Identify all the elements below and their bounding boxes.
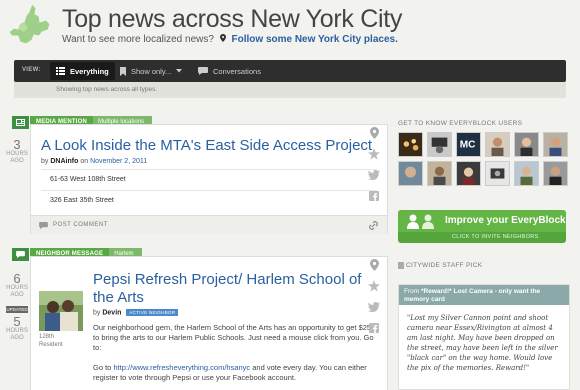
user-avatar-grid: MC	[398, 132, 570, 186]
pick-title[interactable]: *Reward!* Lost Camera - only want the me…	[404, 288, 540, 303]
twitter-icon[interactable]	[367, 168, 381, 182]
filter-status-bar: Showing top news across all types.	[14, 82, 566, 98]
page-header: Top news across New York City Want to se…	[0, 0, 580, 62]
facebook-icon[interactable]	[367, 189, 381, 203]
improve-everyblock-button[interactable]: Improve your EveryBlock CLICK TO INVITE …	[398, 210, 566, 243]
neighbors-icon	[407, 214, 434, 229]
users-heading: GET TO KNOW EVERYBLOCK USERS	[398, 120, 523, 127]
article-paragraph: Our neighborhood gem, the Harlem School …	[93, 323, 375, 352]
address-item: 326 East 35th Street	[41, 190, 377, 209]
svg-text:MC: MC	[460, 140, 476, 151]
staff-pick-heading: CITYWIDE STAFF PICK	[406, 262, 483, 269]
improve-label: Improve your EveryBlock	[445, 215, 566, 226]
link-icon[interactable]	[369, 221, 378, 230]
view-toolbar: VIEW: Everything Show only... Conversati…	[14, 60, 566, 82]
article-title[interactable]: A Look Inside the MTA's East Side Access…	[41, 137, 372, 155]
age-unit: HOURS AGO	[6, 151, 28, 164]
invite-neighbors-label: CLICK TO INVITE NEIGHBORS	[452, 234, 539, 240]
avatar[interactable]	[543, 161, 568, 186]
article-date[interactable]: November 2, 2011	[90, 158, 147, 165]
bookmark-icon	[120, 66, 126, 76]
staff-pick-header: From *Reward!* Lost Camera - only want t…	[399, 285, 569, 305]
subtitle-text: Want to see more localized news?	[62, 34, 214, 45]
byline-by: by	[93, 309, 101, 317]
avatar[interactable]	[398, 161, 423, 186]
article-card: A Look Inside the MTA's East Side Access…	[30, 124, 388, 234]
active-neighbor-badge: ACTIVE NEIGHBOR	[126, 309, 179, 316]
follow-places-link[interactable]: Follow some New York City places.	[232, 34, 398, 45]
resident-label: 128th Resident	[39, 334, 63, 348]
article-byline: by DNAinfo on November 2, 2011	[41, 158, 147, 165]
age-number: 3	[13, 137, 21, 152]
star-icon[interactable]	[367, 147, 381, 161]
age-unit: HOURS AGO	[6, 285, 28, 298]
avatar[interactable]	[398, 132, 423, 157]
article-actions	[367, 258, 381, 342]
updated-label: UPDATED	[6, 306, 28, 313]
avatar[interactable]	[514, 161, 539, 186]
avatar[interactable]: MC	[456, 132, 481, 157]
star-icon[interactable]	[367, 279, 381, 293]
nyc-map-icon	[8, 3, 51, 45]
page-title: Top news across New York City	[62, 5, 403, 33]
conversations-label: Conversations	[213, 66, 261, 76]
chevron-down-icon	[176, 69, 183, 73]
facebook-icon[interactable]	[367, 321, 381, 335]
post-comment-label: POST COMMENT	[53, 222, 108, 228]
author-link[interactable]: Devin	[102, 309, 121, 316]
list-icon	[56, 67, 65, 75]
avatar[interactable]	[427, 132, 452, 157]
page-subtitle: Want to see more localized news? Follow …	[62, 34, 398, 45]
avatar[interactable]	[456, 161, 481, 186]
pick-from: From	[404, 288, 420, 295]
article-byline: by Devin ACTIVE NEIGHBOR	[93, 309, 179, 317]
doc-icon	[398, 262, 404, 269]
show-only-label: Show only...	[131, 66, 172, 76]
everything-label: Everything	[70, 66, 109, 76]
avatar[interactable]	[427, 161, 452, 186]
article-title[interactable]: Pepsi Refresh Project/ Harlem School of …	[93, 271, 373, 307]
paragraph-text: Go to	[93, 363, 112, 372]
speech-bubble-icon	[198, 67, 208, 75]
article-card: 128th Resident Pepsi Refresh Project/ Ha…	[30, 256, 388, 390]
author-link[interactable]: DNAinfo	[50, 158, 78, 165]
article-age: 6 HOURS AGO	[6, 272, 28, 299]
address-text[interactable]: 61-63 West 108th Street	[50, 176, 126, 183]
map-pin-icon[interactable]	[367, 258, 381, 272]
avatar[interactable]	[485, 161, 510, 186]
updated-unit: HOURS AGO	[6, 328, 28, 341]
avatar[interactable]	[543, 132, 568, 157]
avatar[interactable]	[514, 132, 539, 157]
twitter-icon[interactable]	[367, 300, 381, 314]
conversations-button[interactable]: Conversations	[192, 62, 267, 80]
article-paragraph: Go to http://www.refresheverything.com/h…	[93, 363, 378, 383]
address-text[interactable]: 326 East 35th Street	[50, 197, 114, 204]
article-age: 3 HOURS AGO	[6, 138, 28, 165]
speech-bubble-icon	[39, 222, 48, 229]
view-label: VIEW:	[22, 67, 41, 73]
media-icon	[12, 116, 30, 129]
staff-pick-card[interactable]: From *Reward!* Lost Camera - only want t…	[398, 284, 570, 390]
everything-button[interactable]: Everything	[50, 62, 115, 80]
comment-bar[interactable]: POST COMMENT	[31, 215, 387, 234]
updated-number: 5	[13, 314, 21, 329]
address-item: 61-63 West 108th Street	[41, 169, 377, 188]
author-avatar[interactable]	[39, 291, 83, 331]
pick-quote: "Lost my Silver Cannon point and shoot c…	[407, 314, 558, 372]
map-pin-icon[interactable]	[367, 126, 381, 140]
updated-age: UPDATED 5 HOURS AGO	[6, 306, 28, 342]
message-icon	[12, 248, 30, 261]
filter-status-text: Showing top news across all types.	[56, 86, 158, 93]
location-pin-icon	[219, 34, 226, 45]
article-actions	[367, 126, 381, 210]
age-number: 6	[13, 271, 21, 286]
avatar[interactable]	[485, 132, 510, 157]
byline-on: on	[80, 158, 89, 165]
byline-by: by	[41, 158, 49, 165]
vote-link[interactable]: http://www.refresheverything.com/hsanyc	[113, 363, 250, 372]
show-only-button[interactable]: Show only...	[114, 62, 188, 80]
